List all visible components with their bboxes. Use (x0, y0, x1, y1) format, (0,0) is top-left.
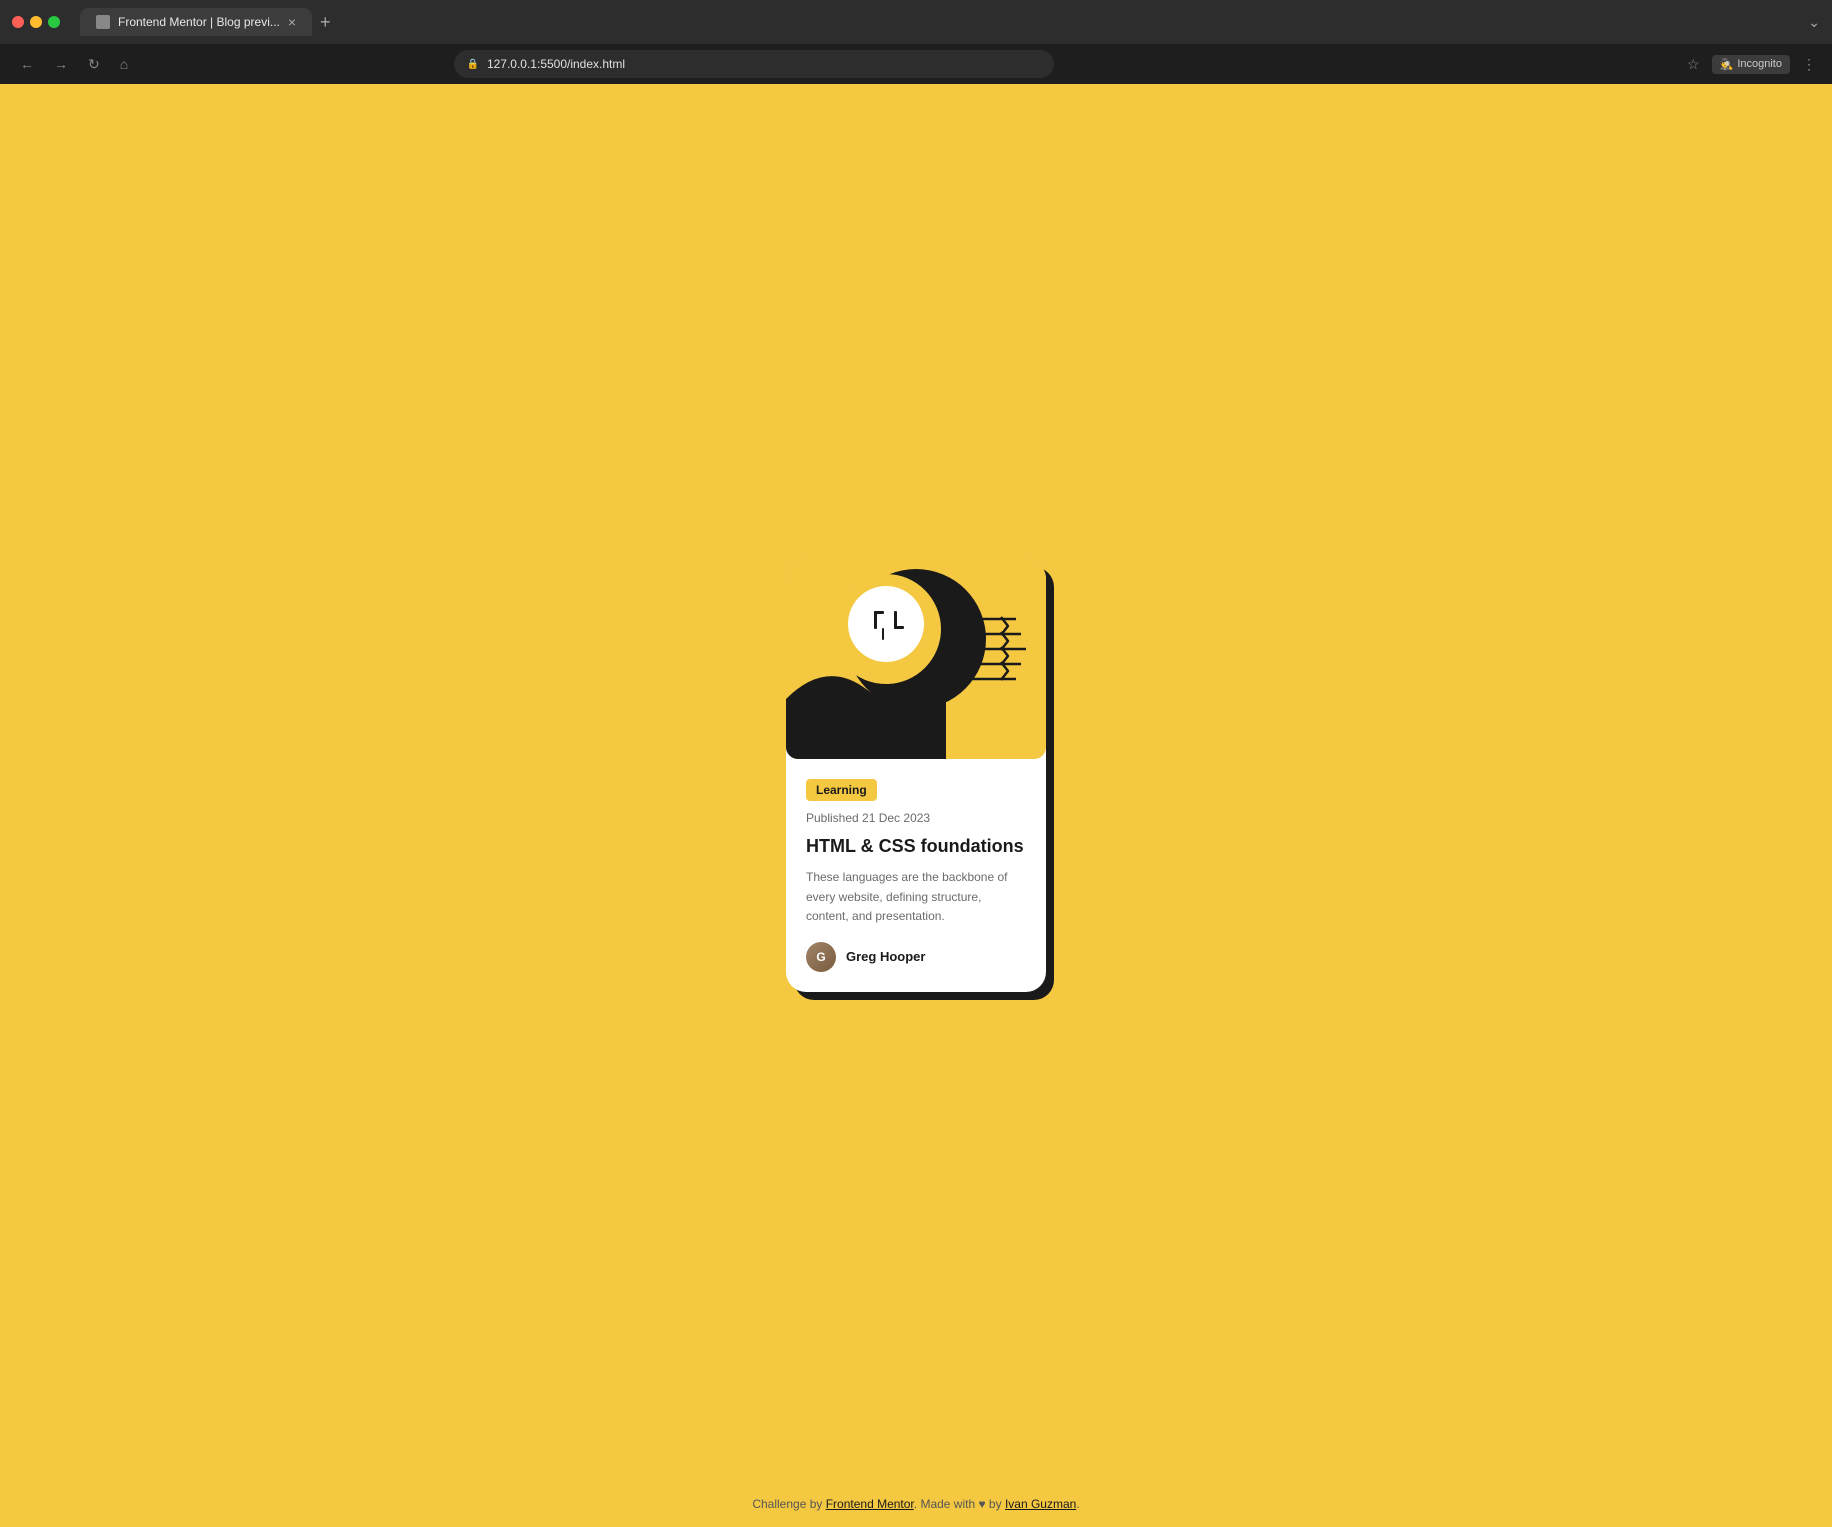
tab-expand-button[interactable]: ⌄ (1808, 14, 1820, 31)
browser-controls (12, 16, 60, 28)
new-tab-button[interactable]: + (320, 12, 331, 33)
incognito-label: Incognito (1737, 58, 1782, 70)
browser-tab-bar: Frontend Mentor | Blog previ... × + ⌄ (80, 8, 1820, 36)
browser-titlebar: Frontend Mentor | Blog previ... × + ⌄ (0, 0, 1832, 44)
author-avatar: G (806, 942, 836, 972)
card-author: G Greg Hooper (806, 942, 1026, 972)
forward-button[interactable]: → (50, 52, 72, 76)
footer-text-middle: . Made with ♥ by (914, 1497, 1005, 1511)
browser-actions: ☆ 🕵 Incognito ⋮ (1687, 55, 1816, 74)
address-bar[interactable]: 🔒 127.0.0.1:5500/index.html (454, 50, 1054, 78)
footer-text-end: . (1076, 1497, 1079, 1511)
minimize-dot[interactable] (30, 16, 42, 28)
card-date: Published 21 Dec 2023 (806, 811, 1026, 825)
card-image (786, 559, 1046, 759)
footer-text-prefix: Challenge by (752, 1497, 825, 1511)
tab-title: Frontend Mentor | Blog previ... (118, 15, 280, 29)
back-button[interactable]: ← (16, 52, 38, 76)
page-wrapper: Learning Published 21 Dec 2023 HTML & CS… (0, 0, 1832, 1527)
incognito-icon: 🕵 (1720, 58, 1734, 71)
browser-addressbar: ← → ↻ ⌂ 🔒 127.0.0.1:5500/index.html ☆ 🕵 … (0, 44, 1832, 84)
maximize-dot[interactable] (48, 16, 60, 28)
url-text: 127.0.0.1:5500/index.html (487, 57, 625, 71)
home-button[interactable]: ⌂ (116, 52, 132, 76)
incognito-badge: 🕵 Incognito (1712, 55, 1790, 74)
author-avatar-image: G (806, 942, 836, 972)
card-description: These languages are the backbone of ever… (806, 868, 1026, 926)
card-illustration (786, 559, 1046, 759)
card-content: Learning Published 21 Dec 2023 HTML & CS… (786, 759, 1046, 992)
blog-card[interactable]: Learning Published 21 Dec 2023 HTML & CS… (786, 559, 1046, 992)
tab-favicon (96, 15, 110, 29)
browser-chrome: Frontend Mentor | Blog previ... × + ⌄ ← … (0, 0, 1832, 84)
frontend-mentor-link[interactable]: Frontend Mentor (826, 1497, 914, 1511)
author-name: Greg Hooper (846, 949, 925, 964)
card-title: HTML & CSS foundations (806, 835, 1026, 858)
active-tab[interactable]: Frontend Mentor | Blog previ... × (80, 8, 312, 36)
author-link[interactable]: Ivan Guzman (1005, 1497, 1076, 1511)
footer: Challenge by Frontend Mentor. Made with … (0, 1481, 1832, 1527)
security-lock-icon: 🔒 (466, 59, 478, 70)
card-tag[interactable]: Learning (806, 779, 877, 801)
bookmark-button[interactable]: ☆ (1687, 56, 1700, 73)
close-dot[interactable] (12, 16, 24, 28)
menu-button[interactable]: ⋮ (1802, 56, 1816, 73)
reload-button[interactable]: ↻ (84, 52, 104, 77)
tab-close-button[interactable]: × (288, 14, 296, 30)
